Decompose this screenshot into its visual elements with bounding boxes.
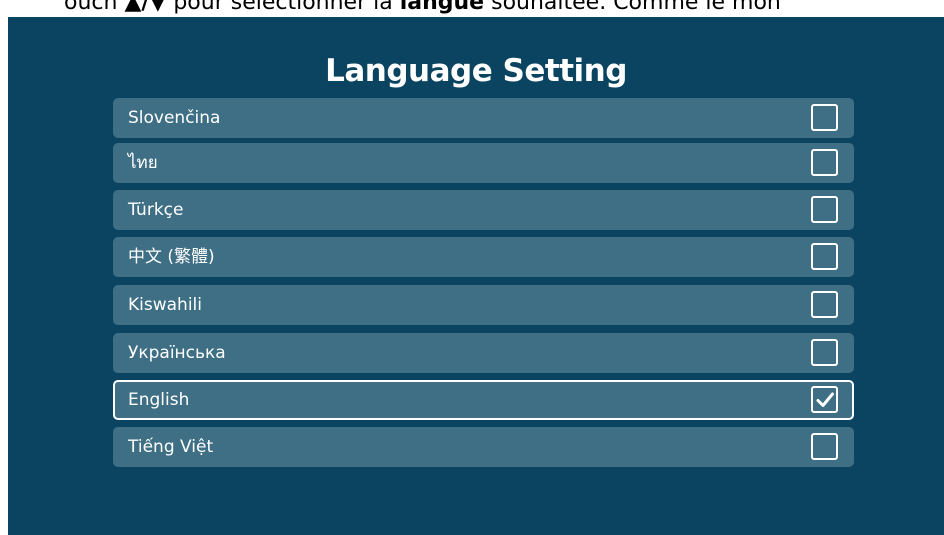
caption-bold-word: langue <box>399 0 485 15</box>
checkbox-checked[interactable] <box>811 386 838 413</box>
caption-suffix: souhaitée. Comme le mon <box>484 0 781 15</box>
language-label: English <box>128 390 190 410</box>
language-row-thai[interactable]: ไทย <box>113 143 854 183</box>
language-row-slovencina[interactable]: Slovenčina <box>113 98 854 138</box>
language-label: Tiếng Việt <box>128 437 214 457</box>
checkbox-unchecked[interactable] <box>811 243 838 270</box>
checkbox-unchecked[interactable] <box>811 291 838 318</box>
checkbox-unchecked[interactable] <box>811 339 838 366</box>
language-label: 中文 (繁體) <box>128 247 215 267</box>
language-row-ukrainian[interactable]: Українська <box>113 333 854 373</box>
page-title: Language Setting <box>325 53 627 89</box>
language-row-chinese-traditional[interactable]: 中文 (繁體) <box>113 237 854 277</box>
language-row-vietnamese[interactable]: Tiếng Việt <box>113 427 854 467</box>
language-label: Українська <box>128 343 226 363</box>
checkmark-icon <box>816 392 834 407</box>
language-label: Kiswahili <box>128 295 202 315</box>
checkbox-unchecked[interactable] <box>811 196 838 223</box>
caption-key: ▲/▼ <box>124 0 167 15</box>
language-row-kiswahili[interactable]: Kiswahili <box>113 285 854 325</box>
language-row-english[interactable]: English <box>113 380 854 420</box>
instruction-caption: ouch ▲/▼ pour sélectionner la langue sou… <box>0 0 944 16</box>
checkbox-unchecked[interactable] <box>811 433 838 460</box>
checkbox-unchecked[interactable] <box>811 149 838 176</box>
language-row-turkce[interactable]: Türkçe <box>113 190 854 230</box>
caption-middle: pour sélectionner la <box>166 0 400 15</box>
language-setting-screen: Slovenčina ไทย Türkçe 中文 (繁體) Kiswahili … <box>8 17 944 535</box>
language-label: ไทย <box>128 153 158 173</box>
caption-prefix: ouch <box>64 0 118 15</box>
language-label: Türkçe <box>128 200 184 220</box>
language-label: Slovenčina <box>128 108 221 128</box>
checkbox-unchecked[interactable] <box>811 104 838 131</box>
